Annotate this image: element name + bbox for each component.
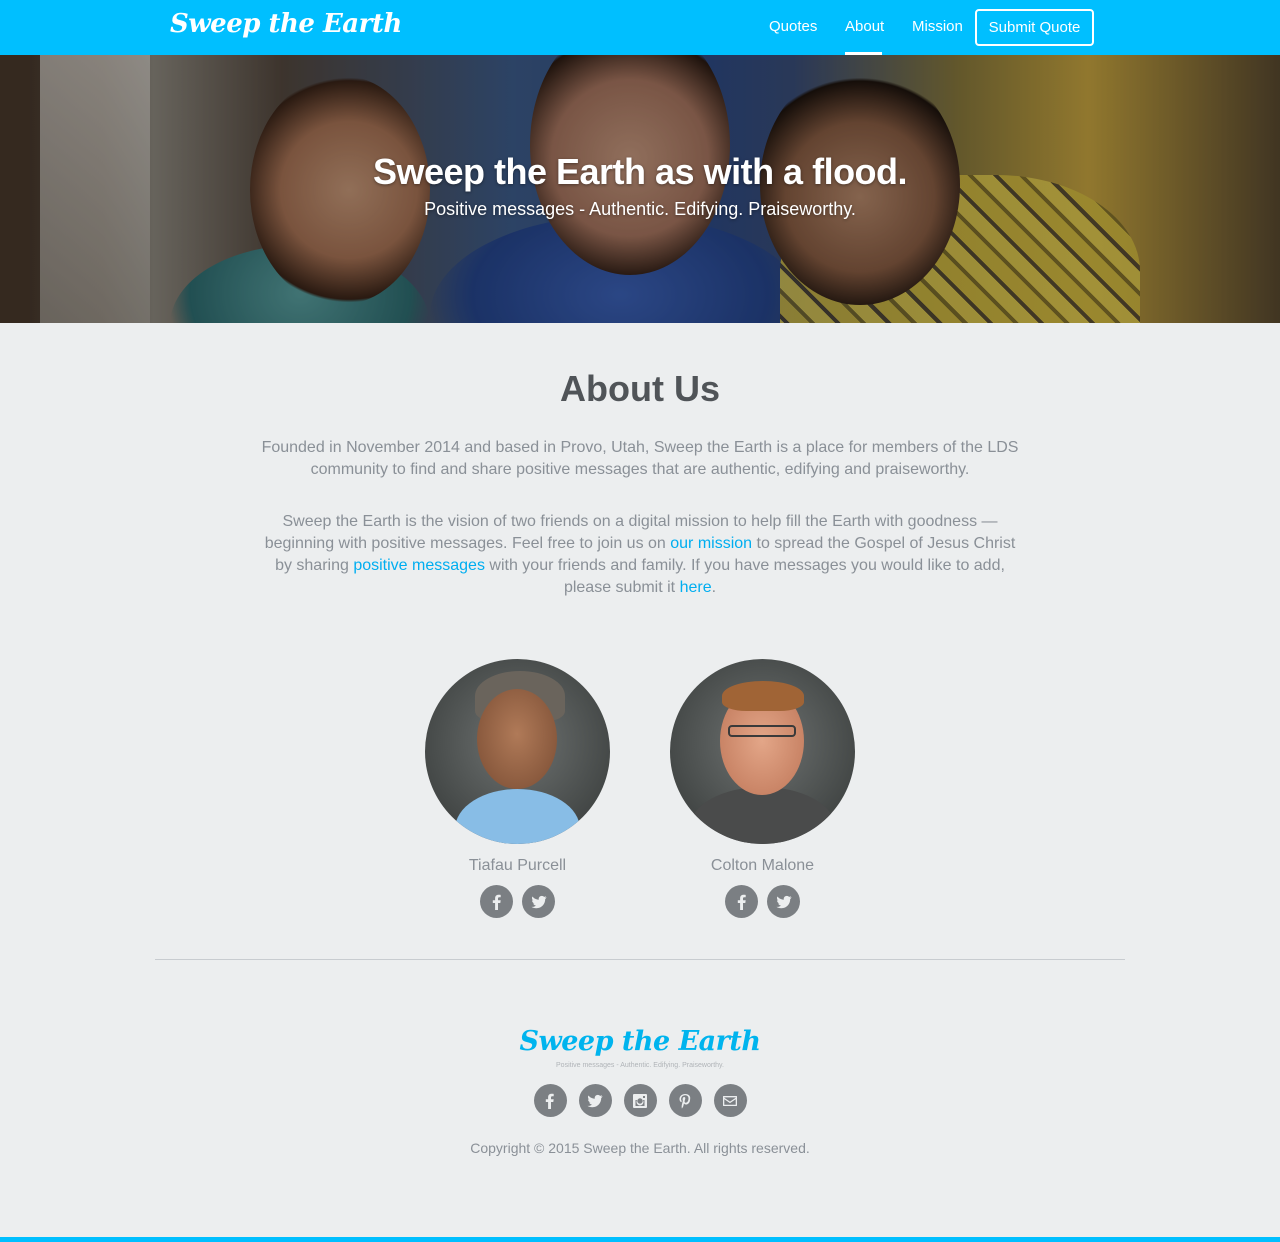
team-member-card: Colton Malone xyxy=(670,659,855,918)
our-mission-link[interactable]: our mission xyxy=(670,535,752,552)
twitter-icon[interactable] xyxy=(767,885,800,918)
avatar-hair xyxy=(722,681,804,711)
team-member-socials xyxy=(670,885,855,918)
navbar: Sweep the Earth Quotes About Mission Sub… xyxy=(0,0,1280,55)
nav-link-about[interactable]: About xyxy=(845,18,884,35)
submit-here-link[interactable]: here xyxy=(680,579,712,596)
team-member-card: Tiafau Purcell xyxy=(425,659,610,918)
pinterest-icon[interactable] xyxy=(668,1084,702,1117)
footer-logo[interactable]: Sweep the Earth xyxy=(0,1026,1280,1057)
facebook-icon[interactable] xyxy=(725,885,758,918)
hero-banner: Sweep the Earth as with a flood. Positiv… xyxy=(0,55,1280,323)
twitter-glyph xyxy=(776,895,791,908)
section-divider xyxy=(155,959,1125,960)
nav-link-quotes[interactable]: Quotes xyxy=(769,18,817,35)
team-member-name: Colton Malone xyxy=(710,857,815,874)
avatar-glasses xyxy=(728,725,796,737)
facebook-glyph xyxy=(492,894,501,910)
about-paragraph-2: Sweep the Earth is the vision of two fri… xyxy=(255,511,1025,599)
about-p2-text-d: . xyxy=(711,579,717,596)
instagram-icon[interactable] xyxy=(623,1084,657,1117)
twitter-glyph xyxy=(531,895,546,908)
instagram-glyph xyxy=(633,1093,647,1108)
avatar-face xyxy=(477,689,557,789)
team-member-socials xyxy=(425,885,610,918)
hero-subtitle: Positive messages - Authentic. Edifying.… xyxy=(424,199,856,219)
about-title: About Us xyxy=(560,368,720,409)
facebook-glyph xyxy=(545,1093,554,1109)
avatar-shirt xyxy=(455,789,580,844)
nav-link-mission[interactable]: Mission xyxy=(912,18,963,35)
facebook-icon[interactable] xyxy=(480,885,513,918)
hero-title: Sweep the Earth as with a flood. xyxy=(372,151,908,192)
positive-messages-link[interactable]: positive messages xyxy=(353,557,485,574)
bottom-accent-bar xyxy=(0,1237,1280,1242)
avatar xyxy=(670,659,855,844)
facebook-glyph xyxy=(737,894,746,910)
team-member-name: Tiafau Purcell xyxy=(468,857,567,874)
about-paragraph-1: Founded in November 2014 and based in Pr… xyxy=(261,439,1019,478)
email-glyph xyxy=(723,1095,737,1106)
avatar xyxy=(425,659,610,844)
copyright-text: Copyright © 2015 Sweep the Earth. All ri… xyxy=(470,1140,810,1156)
footer-socials xyxy=(0,1084,1280,1117)
pinterest-glyph xyxy=(679,1093,691,1108)
email-icon[interactable] xyxy=(713,1084,747,1117)
footer-tagline: Positive messages - Authentic. Edifying.… xyxy=(556,1062,724,1069)
twitter-icon[interactable] xyxy=(578,1084,612,1117)
avatar-shirt xyxy=(690,787,835,844)
facebook-icon[interactable] xyxy=(533,1084,567,1117)
brand-logo[interactable]: Sweep the Earth xyxy=(170,9,402,39)
twitter-glyph xyxy=(587,1094,603,1107)
submit-quote-button[interactable]: Submit Quote xyxy=(975,9,1094,46)
about-p2-text-c: with your friends and family. If you hav… xyxy=(484,557,1005,596)
twitter-icon[interactable] xyxy=(522,885,555,918)
